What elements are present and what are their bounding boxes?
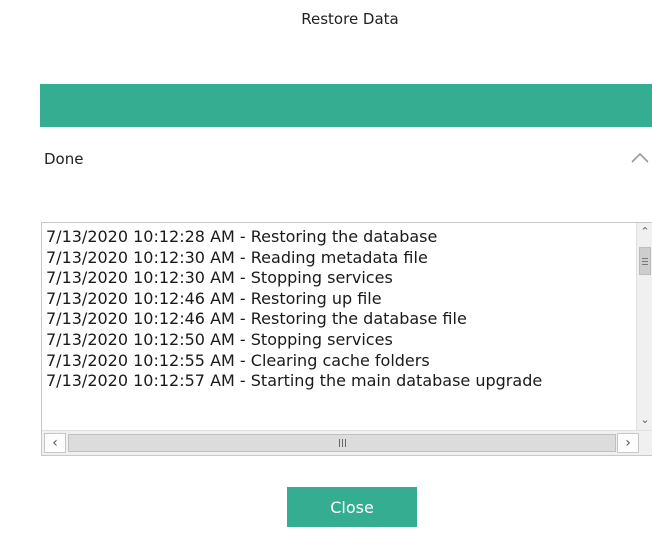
chevron-up-icon bbox=[631, 152, 649, 163]
horizontal-scroll-thumb[interactable] bbox=[68, 434, 616, 452]
grip-icon bbox=[642, 257, 648, 265]
log-listbox[interactable]: 7/13/2020 10:12:28 AM - Restoring the da… bbox=[41, 222, 652, 456]
log-line: 7/13/2020 10:12:30 AM - Stopping service… bbox=[46, 268, 393, 288]
log-line: 7/13/2020 10:12:57 AM - Starting the mai… bbox=[46, 371, 543, 391]
scroll-left-button[interactable]: ‹ bbox=[44, 433, 66, 453]
scroll-right-button[interactable]: › bbox=[617, 433, 639, 453]
vertical-scrollbar[interactable]: ⌃ ⌄ bbox=[636, 223, 652, 430]
dialog-title: Restore Data bbox=[301, 10, 399, 28]
log-line: 7/13/2020 10:12:55 AM - Clearing cache f… bbox=[46, 350, 430, 370]
chevron-down-icon: ⌄ bbox=[640, 413, 650, 426]
chevron-right-icon: › bbox=[625, 435, 631, 451]
collapse-button[interactable] bbox=[629, 147, 651, 169]
progress-bar-fill bbox=[40, 84, 652, 127]
close-button[interactable]: Close bbox=[287, 487, 417, 527]
scroll-up-button[interactable]: ⌃ bbox=[637, 223, 652, 240]
grip-icon bbox=[338, 439, 346, 447]
log-list: 7/13/2020 10:12:28 AM - Restoring the da… bbox=[42, 223, 636, 430]
status-text: Done bbox=[44, 150, 84, 168]
chevron-left-icon: ‹ bbox=[52, 435, 58, 451]
log-line: 7/13/2020 10:12:30 AM - Reading metadata… bbox=[46, 247, 428, 267]
vertical-scroll-thumb[interactable] bbox=[639, 247, 651, 275]
log-line: 7/13/2020 10:12:46 AM - Restoring the da… bbox=[46, 309, 467, 329]
progress-bar bbox=[40, 84, 652, 127]
log-line: 7/13/2020 10:12:50 AM - Stopping service… bbox=[46, 329, 393, 349]
log-line: 7/13/2020 10:12:46 AM - Restoring up fil… bbox=[46, 288, 382, 308]
horizontal-scrollbar[interactable]: ‹ › bbox=[42, 430, 652, 455]
chevron-up-icon: ⌃ bbox=[640, 225, 650, 238]
log-line: 7/13/2020 10:12:28 AM - Restoring the da… bbox=[46, 227, 438, 246]
scroll-down-button[interactable]: ⌄ bbox=[637, 411, 652, 428]
